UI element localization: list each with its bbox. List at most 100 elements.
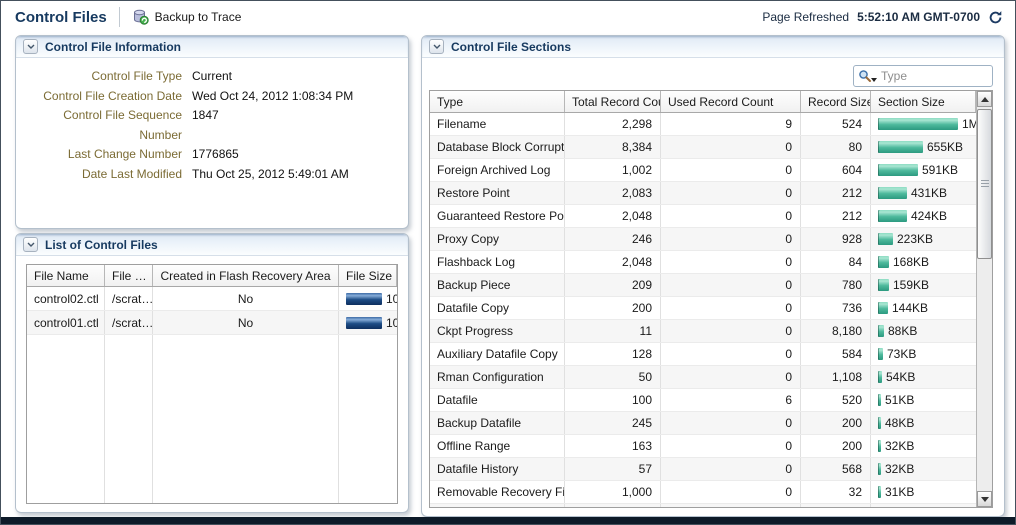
section-row[interactable]: Removable Recovery Files 1,000 0 32 31KB — [430, 481, 976, 504]
col-header-file-size[interactable]: File Size — [339, 265, 397, 286]
scroll-down-button[interactable] — [977, 491, 992, 507]
section-size-cell: 51KB — [871, 389, 976, 411]
section-row[interactable]: Rman Configuration 50 0 1,108 54KB — [430, 366, 976, 389]
used-record-count-cell: 0 — [661, 343, 801, 365]
col-header-used-count[interactable]: Used Record Count — [661, 91, 801, 112]
used-record-count-cell: 0 — [661, 205, 801, 227]
vertical-scrollbar[interactable] — [976, 91, 992, 507]
used-record-count-cell: 0 — [661, 435, 801, 457]
collapse-chevron-icon[interactable] — [23, 237, 38, 252]
panel-title: Control File Sections — [451, 40, 571, 54]
search-dropdown-caret-icon[interactable] — [871, 78, 877, 82]
used-record-count-cell: 0 — [661, 159, 801, 181]
section-size-value: 48KB — [885, 416, 914, 430]
section-row[interactable]: Guaranteed Restore Point 2,048 0 212 424… — [430, 205, 976, 228]
section-size-value: 168KB — [893, 255, 929, 269]
section-type-cell: Guaranteed Restore Point — [430, 205, 565, 227]
section-size-cell: 31KB — [871, 481, 976, 503]
field-label: Control File Creation Date — [22, 87, 192, 107]
section-size-value: 31KB — [885, 485, 914, 499]
panel-header: Control File Information — [16, 36, 408, 58]
used-record-count-cell: 0 — [661, 136, 801, 158]
section-row[interactable]: Proxy Copy 246 0 928 223KB — [430, 228, 976, 251]
scrollbar-track[interactable] — [977, 107, 992, 491]
section-size-value: 88KB — [888, 324, 917, 338]
section-row[interactable]: Ckpt Progress 11 0 8,180 88KB — [430, 320, 976, 343]
record-size-cell: 84 — [801, 251, 871, 273]
used-record-count-cell: 0 — [661, 412, 801, 434]
field-label: Last Change Number — [22, 145, 192, 165]
record-size-cell: 568 — [801, 458, 871, 480]
col-header-file-dir[interactable]: File … — [105, 265, 153, 286]
section-type-cell: Proxy Copy — [430, 228, 565, 250]
section-size-cell: 655KB — [871, 136, 976, 158]
backup-to-trace-button[interactable]: Backup to Trace — [132, 9, 242, 25]
section-type-cell: Backup Piece — [430, 274, 565, 296]
record-size-cell: 212 — [801, 205, 871, 227]
section-row[interactable]: Datafile History 57 0 568 32KB — [430, 458, 976, 481]
section-size-bar — [878, 394, 881, 406]
control-file-row[interactable]: control01.ctl /scrat… No 10MB — [27, 311, 397, 335]
total-record-count-cell: 2,048 — [565, 251, 661, 273]
control-file-row[interactable]: control02.ctl /scrat… No 10MB — [27, 287, 397, 311]
file-directory-cell: /scrat… — [105, 311, 153, 334]
section-row[interactable]: Flashback Log 2,048 0 84 168KB — [430, 251, 976, 274]
section-row[interactable]: Restore Point 2,083 0 212 431KB — [430, 182, 976, 205]
section-size-bar — [878, 279, 889, 291]
used-record-count-cell: 9 — [661, 113, 801, 135]
col-header-total-count[interactable]: Total Record Count — [565, 91, 661, 112]
col-header-record-size[interactable]: Record Size — [801, 91, 871, 112]
record-size-cell: 28 — [801, 504, 871, 507]
col-header-type[interactable]: Type — [430, 91, 565, 112]
section-size-cell: 168KB — [871, 251, 976, 273]
section-type-cell: Offline Range — [430, 435, 565, 457]
collapse-chevron-icon[interactable] — [23, 39, 38, 54]
section-row[interactable]: Foreign Archived Log 1,002 0 604 591KB — [430, 159, 976, 182]
file-directory-cell: /scrat… — [105, 287, 153, 310]
field-value: Wed Oct 24, 2012 1:08:34 PM — [192, 87, 353, 107]
field-value: 1847 — [192, 106, 219, 145]
section-row[interactable]: Datafile 100 6 520 51KB — [430, 389, 976, 412]
section-row[interactable]: Offline Range 163 0 200 32KB — [430, 435, 976, 458]
section-row[interactable]: Auxiliary Datafile Copy 128 0 584 73KB — [430, 343, 976, 366]
record-size-cell: 1,108 — [801, 366, 871, 388]
scrollbar-thumb[interactable] — [977, 109, 992, 259]
file-name-cell: control01.ctl — [27, 311, 105, 334]
type-filter-input[interactable] — [879, 68, 988, 84]
col-header-section-size[interactable]: Section Size — [871, 91, 976, 112]
section-type-cell: Backup Datafile — [430, 412, 565, 434]
file-name-cell: control02.ctl — [27, 287, 105, 310]
record-size-cell: 736 — [801, 297, 871, 319]
record-size-cell: 200 — [801, 435, 871, 457]
section-type-cell: Datafile Copy — [430, 297, 565, 319]
record-size-cell: 520 — [801, 389, 871, 411]
page-refreshed-time: 5:52:10 AM GMT-0700 — [857, 10, 980, 24]
total-record-count-cell: 57 — [565, 458, 661, 480]
section-row[interactable]: Datafile Copy 200 0 736 144KB — [430, 297, 976, 320]
field-label: Control File Type — [22, 67, 192, 87]
section-type-cell: Datafile History — [430, 458, 565, 480]
file-size-cell: 10MB — [339, 287, 397, 310]
file-size-bar — [346, 317, 382, 329]
refresh-icon[interactable] — [988, 10, 1003, 25]
section-row[interactable]: Backup Piece 209 0 780 159KB — [430, 274, 976, 297]
refresh-area: Page Refreshed 5:52:10 AM GMT-0700 — [762, 10, 1003, 25]
total-record-count-cell: 128 — [565, 343, 661, 365]
section-size-bar — [878, 164, 918, 176]
record-size-cell: 928 — [801, 228, 871, 250]
section-row[interactable]: Backup Datafile 245 0 200 48KB — [430, 412, 976, 435]
table-empty-area — [27, 335, 397, 503]
section-size-bar — [878, 233, 893, 245]
section-size-cell: 144KB — [871, 297, 976, 319]
search-icon[interactable] — [858, 69, 872, 83]
section-row[interactable]: Database Block Corruption 8,384 0 80 655… — [430, 136, 976, 159]
section-row[interactable]: Filename 2,298 9 524 1MB — [430, 113, 976, 136]
scroll-up-button[interactable] — [977, 91, 992, 107]
section-size-cell: 88KB — [871, 320, 976, 342]
collapse-chevron-icon[interactable] — [429, 39, 444, 54]
section-row[interactable]: Instance Space Reservation 1,055 1 28 29… — [430, 504, 976, 507]
col-header-flash-area[interactable]: Created in Flash Recovery Area — [153, 265, 339, 286]
col-header-file-name[interactable]: File Name — [27, 265, 105, 286]
section-size-value: 73KB — [887, 347, 916, 361]
top-bar: Control Files Backup to Trace Page Refre… — [1, 1, 1015, 33]
